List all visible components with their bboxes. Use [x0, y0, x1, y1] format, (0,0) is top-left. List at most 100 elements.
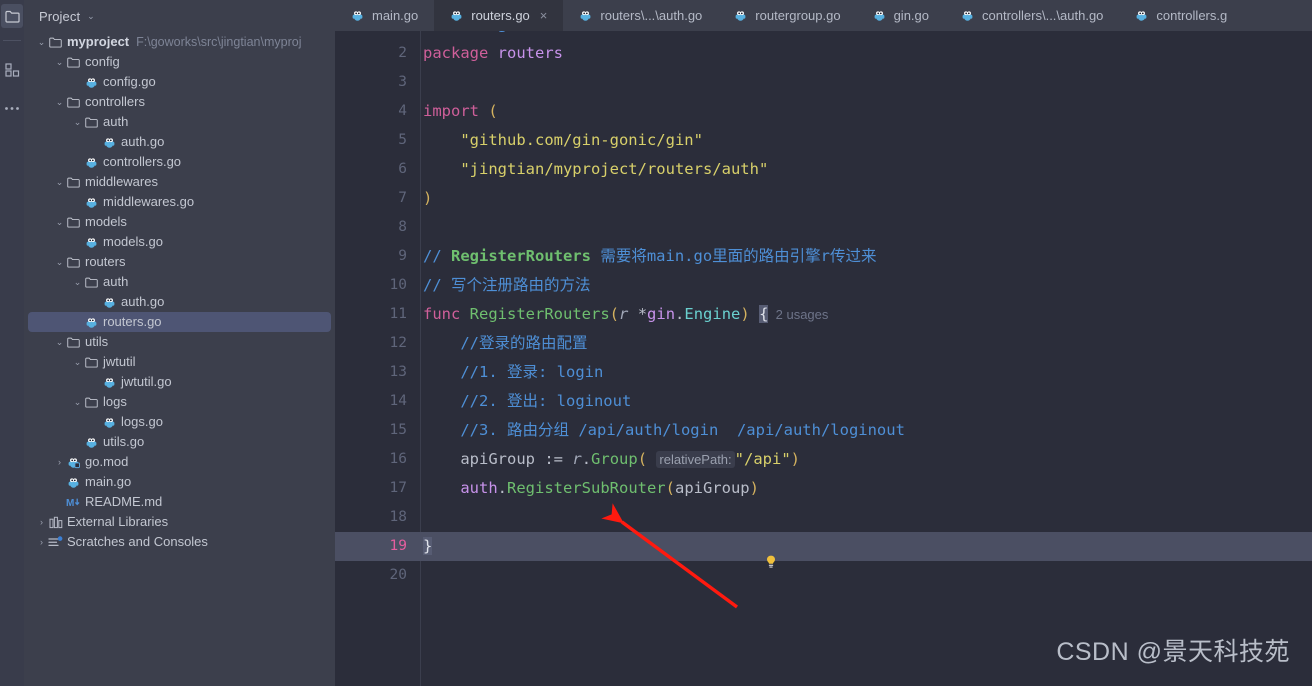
folder-icon [65, 256, 82, 269]
editor-line-12[interactable]: 12 //登录的路由配置 [335, 329, 1312, 358]
bulb-glyph [767, 555, 775, 568]
tree-item-auth[interactable]: ⌄ auth [28, 112, 331, 132]
editor-line-3[interactable]: 3 [335, 68, 1312, 97]
folder-glyph [67, 57, 80, 68]
gopher-glyph [86, 77, 97, 88]
tree-item-readme-md[interactable]: M README.md [28, 492, 331, 512]
chevron-down-icon[interactable]: ⌄ [72, 117, 83, 127]
tree-item-jwtutil-go[interactable]: jwtutil.go [28, 372, 331, 392]
go-file-icon [101, 136, 118, 149]
tree-item-utils-go[interactable]: utils.go [28, 432, 331, 452]
more-tool-windows-icon[interactable] [1, 96, 23, 120]
tree-item-scratches-and-consoles[interactable]: › Scratches and Consoles [28, 532, 331, 552]
tree-item-middlewares[interactable]: ⌄ middlewares [28, 172, 331, 192]
close-icon[interactable]: × [540, 9, 548, 22]
tree-item-routers[interactable]: ⌄ routers [28, 252, 331, 272]
tree-item-go-mod[interactable]: › go.mod [28, 452, 331, 472]
chevron-down-icon[interactable]: ⌄ [72, 277, 83, 287]
tree-item-label: README.md [85, 494, 163, 509]
intention-bulb-icon[interactable] [763, 554, 779, 570]
chevron-down-icon[interactable]: ⌄ [87, 11, 95, 21]
tree-item-auth-go[interactable]: auth.go [28, 132, 331, 152]
editor-line-19[interactable]: 19} [335, 532, 1312, 561]
editor-tab-main-go[interactable]: main.go [335, 0, 434, 31]
editor-line-1[interactable]: 1 // Package routers 路由层 管理程序的路由信息 [335, 31, 1312, 39]
chevron-right-icon[interactable]: › [54, 457, 65, 467]
folder-glyph [4, 10, 20, 23]
project-folder-icon[interactable] [1, 4, 23, 28]
chevron-down-icon[interactable]: ⌄ [54, 97, 65, 107]
tree-item-label: middlewares [85, 174, 158, 189]
editor-tab-routergroup-go[interactable]: routergroup.go [718, 0, 856, 31]
tree-item-external-libraries[interactable]: › External Libraries [28, 512, 331, 532]
chevron-down-icon[interactable]: ⌄ [72, 397, 83, 407]
structure-icon[interactable] [1, 58, 23, 82]
editor-line-5[interactable]: 5 "github.com/gin-gonic/gin" [335, 126, 1312, 155]
folder-icon [83, 276, 100, 289]
tree-item-controllers[interactable]: ⌄ controllers [28, 92, 331, 112]
editor-line-17[interactable]: 17 auth.RegisterSubRouter(apiGroup) [335, 474, 1312, 503]
chevron-down-icon[interactable]: ⌄ [54, 337, 65, 347]
editor-line-4[interactable]: 4 import ( [335, 97, 1312, 126]
code-editor[interactable]: 1 // Package routers 路由层 管理程序的路由信息 2 packag… [335, 31, 1312, 686]
tree-item-myproject[interactable]: ⌄ myproject F:\goworks\src\jingtian\myproj [28, 32, 331, 52]
line-number: 9 [398, 248, 407, 264]
editor-tab-routers-go[interactable]: routers.go × [434, 0, 564, 31]
tree-item-config-go[interactable]: config.go [28, 72, 331, 92]
editor-line-11[interactable]: 11 func RegisterRouters(r *gin.Engine) { … [335, 300, 1312, 329]
tree-item-routers-go[interactable]: routers.go [28, 312, 331, 332]
folder-glyph [67, 337, 80, 348]
go-file-icon [959, 9, 976, 22]
chevron-down-icon[interactable]: ⌄ [36, 37, 47, 47]
editor-line-18[interactable]: 18 [335, 503, 1312, 532]
editor-line-6[interactable]: 6 "jingtian/myproject/routers/auth" [335, 155, 1312, 184]
chevron-right-icon[interactable]: › [36, 517, 47, 527]
go-file-icon [577, 9, 594, 22]
editor-line-8[interactable]: 8 [335, 213, 1312, 242]
editor-tab-gin-go[interactable]: gin.go [857, 0, 945, 31]
editor-tab-controllers-auth-go[interactable]: controllers\...\auth.go [945, 0, 1119, 31]
tree-item-utils[interactable]: ⌄ utils [28, 332, 331, 352]
tree-item-logs-go[interactable]: logs.go [28, 412, 331, 432]
markdown-icon: M [65, 496, 82, 508]
project-panel-header[interactable]: Project ⌄ [24, 0, 335, 32]
editor-line-7[interactable]: 7) [335, 184, 1312, 213]
folder-icon [83, 116, 100, 129]
rail-divider [3, 40, 21, 41]
editor-line-10[interactable]: 10 // 写个注册路由的方法 [335, 271, 1312, 300]
tree-item-jwtutil[interactable]: ⌄ jwtutil [28, 352, 331, 372]
editor-line-16[interactable]: 16 apiGroup := r.Group( relativePath: "/a… [335, 445, 1312, 474]
editor-line-9[interactable]: 9 // RegisterRouters 需要将main.go里面的路由引擎r传过… [335, 242, 1312, 271]
tree-item-models-go[interactable]: models.go [28, 232, 331, 252]
chevron-down-icon[interactable]: ⌄ [72, 357, 83, 367]
editor-line-15[interactable]: 15 //3. 路由分组 /api/auth/login /api/auth/l… [335, 416, 1312, 445]
chevron-right-icon[interactable]: › [36, 537, 47, 547]
chevron-down-icon[interactable]: ⌄ [54, 177, 65, 187]
editor-tab-routers-auth-go[interactable]: routers\...\auth.go [563, 0, 718, 31]
chevron-down-icon[interactable]: ⌄ [54, 217, 65, 227]
project-file-tree[interactable]: ⌄ myproject F:\goworks\src\jingtian\myproj… [24, 32, 335, 686]
scratches-glyph [48, 535, 63, 546]
editor-line-2[interactable]: 2 package routers [335, 39, 1312, 68]
editor-line-13[interactable]: 13 //1. 登录: login [335, 358, 1312, 387]
tree-item-auth-go[interactable]: auth.go [28, 292, 331, 312]
line-number: 19 [389, 538, 407, 554]
tree-item-controllers-go[interactable]: controllers.go [28, 152, 331, 172]
gopher-glyph [104, 417, 115, 428]
tree-item-logs[interactable]: ⌄ logs [28, 392, 331, 412]
chevron-down-icon[interactable]: ⌄ [54, 57, 65, 67]
tree-item-middlewares-go[interactable]: middlewares.go [28, 192, 331, 212]
chevron-down-icon[interactable]: ⌄ [54, 257, 65, 267]
tree-item-models[interactable]: ⌄ models [28, 212, 331, 232]
tree-item-auth[interactable]: ⌄ auth [28, 272, 331, 292]
editor-line-20[interactable]: 20 [335, 561, 1312, 590]
editor-tab-controllers-g[interactable]: controllers.g [1119, 0, 1243, 31]
tree-item-config[interactable]: ⌄ config [28, 52, 331, 72]
line-content: //3. 路由分组 /api/auth/login /api/auth/logi… [460, 421, 905, 439]
tree-item-main-go[interactable]: main.go [28, 472, 331, 492]
editor-line-14[interactable]: 14 //2. 登出: loginout [335, 387, 1312, 416]
editor-tab-bar[interactable]: main.go routers.go × routers\...\auth.go rou… [335, 0, 1312, 31]
